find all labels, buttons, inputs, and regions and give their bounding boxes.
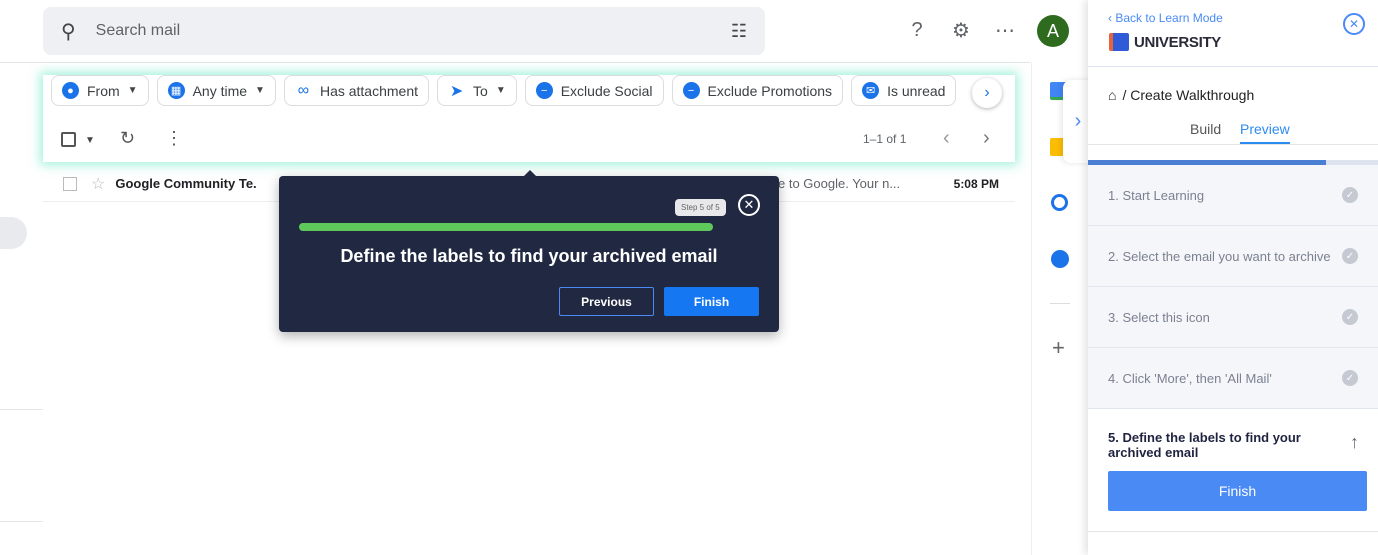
apps-grid-icon[interactable]: ⋯	[993, 18, 1017, 42]
check-icon: ✓	[1342, 187, 1358, 203]
filter-chip-label: Exclude Promotions	[707, 82, 833, 99]
divider	[0, 521, 43, 522]
back-link-label: Back to Learn Mode	[1115, 11, 1223, 25]
person-icon: ●	[62, 82, 79, 99]
search-options-icon[interactable]: ☷	[731, 21, 747, 42]
tooltip-title: Define the labels to find your archived …	[340, 246, 718, 266]
close-icon[interactable]: ✕	[738, 194, 760, 216]
avatar[interactable]: A	[1037, 15, 1069, 47]
filter-toolbar: ● From ▼ ▦ Any time ▼ ∞ Has attachment ➤ To ▼ − Excl…	[43, 75, 1015, 162]
more-icon[interactable]: ⋮	[165, 128, 183, 149]
filter-chip[interactable]: ● From ▼	[51, 75, 149, 106]
filter-chip[interactable]: ✉ Is unread	[851, 75, 957, 106]
previous-button[interactable]: Previous	[559, 287, 654, 316]
minus-circle-icon: −	[535, 82, 553, 99]
check-icon: ✓	[1342, 370, 1358, 386]
filter-chip[interactable]: ∞ Has attachment	[283, 75, 430, 106]
progress-track	[299, 223, 713, 231]
tasks-app-icon[interactable]	[1051, 194, 1068, 211]
prev-page-icon[interactable]: ‹	[943, 127, 950, 150]
check-icon: ✓	[1342, 248, 1358, 264]
step-item[interactable]: 3. Select this icon ✓	[1088, 287, 1378, 348]
email-sender: Google Community Te.	[115, 176, 257, 191]
progress-fill	[299, 223, 713, 231]
chevron-right-icon[interactable]: ›	[972, 78, 1002, 108]
divider	[1088, 531, 1378, 532]
caret-down-icon[interactable]: ▼	[85, 135, 95, 146]
divider	[1050, 303, 1070, 304]
minus-circle-icon: −	[682, 82, 700, 99]
checkbox[interactable]	[63, 176, 77, 191]
paperclip-icon: ∞	[297, 81, 310, 99]
caret-down-icon: ▼	[127, 85, 138, 96]
filter-chip-label: From	[87, 82, 120, 99]
filter-chip[interactable]: − Exclude Promotions	[671, 75, 844, 106]
close-icon[interactable]: ✕	[1343, 13, 1365, 35]
divider	[0, 62, 1030, 63]
current-step-label: 5. Define the labels to find your archiv…	[1108, 430, 1301, 460]
refresh-icon[interactable]: ↻	[120, 128, 135, 149]
caret-down-icon: ▼	[255, 85, 265, 96]
breadcrumb: ⌂ / Create Walkthrough	[1108, 87, 1254, 103]
step-label: 3. Select this icon	[1108, 309, 1210, 325]
step-item[interactable]: 4. Click 'More', then 'All Mail' ✓	[1088, 348, 1378, 409]
sidebar-item[interactable]	[0, 217, 27, 249]
logo: UNIVERSITY	[1109, 33, 1221, 51]
home-icon[interactable]: ⌂	[1108, 87, 1116, 103]
tooltip-arrow	[524, 170, 536, 176]
filter-chip[interactable]: ➤ To ▼	[437, 75, 517, 106]
finish-button[interactable]: Finish	[664, 287, 759, 316]
pagination-text: 1–1 of 1	[863, 132, 907, 146]
step-label: 1. Start Learning	[1108, 187, 1205, 203]
caret-down-icon: ▼	[495, 85, 506, 96]
email-snippet: e to Google. Your n...	[778, 176, 901, 191]
send-icon: ➤	[449, 82, 464, 100]
mail-icon: ✉	[862, 82, 880, 99]
filter-chip-label: To	[473, 82, 488, 99]
tab-build[interactable]: Build	[1190, 121, 1221, 137]
arrow-up-icon[interactable]: ↑	[1350, 432, 1359, 453]
search-input[interactable]: Search mail	[96, 22, 180, 40]
calendar-icon: ▦	[167, 82, 185, 99]
book-icon	[1109, 33, 1129, 51]
step-label: 2. Select the email you want to archive	[1108, 248, 1331, 264]
search-bar[interactable]: ⚲ Search mail ☷	[43, 7, 765, 55]
select-all-checkbox[interactable]	[61, 132, 76, 147]
star-icon[interactable]: ☆	[91, 174, 105, 194]
next-page-icon[interactable]: ›	[983, 127, 990, 150]
help-icon[interactable]: ?	[905, 18, 929, 42]
filter-chip-label: Has attachment	[319, 82, 419, 99]
divider	[0, 409, 43, 410]
step-label: 4. Click 'More', then 'All Mail'	[1108, 370, 1272, 386]
contacts-app-icon[interactable]	[1051, 250, 1069, 268]
filter-chip[interactable]: ▦ Any time ▼	[156, 75, 276, 106]
divider	[1088, 144, 1378, 145]
walkthrough-tooltip: Step 5 of 5 ✕ Define the labels to find …	[279, 170, 779, 332]
filter-chip-label: Any time	[192, 82, 248, 99]
back-link[interactable]: ‹ Back to Learn Mode	[1108, 11, 1223, 25]
email-time: 5:08 PM	[953, 176, 999, 191]
plus-icon[interactable]: +	[1052, 335, 1065, 361]
search-icon: ⚲	[61, 20, 76, 43]
tab-preview[interactable]: Preview	[1240, 121, 1290, 144]
check-icon: ✓	[1342, 309, 1358, 325]
logo-text: UNIVERSITY	[1134, 34, 1222, 51]
walkthrough-panel: ‹ Back to Learn Mode ✕ UNIVERSITY ⌂ / Cre…	[1088, 0, 1378, 555]
divider	[1088, 66, 1378, 67]
divider	[1031, 62, 1032, 555]
gear-icon[interactable]: ⚙	[949, 18, 973, 42]
breadcrumb-text: / Create Walkthrough	[1122, 87, 1255, 103]
step-badge: Step 5 of 5	[675, 199, 726, 216]
filter-chip-label: Exclude Social	[560, 82, 653, 99]
step-item[interactable]: 1. Start Learning ✓	[1088, 165, 1378, 226]
filter-chip[interactable]: − Exclude Social	[524, 75, 664, 106]
step-item[interactable]: 2. Select the email you want to archive ✓	[1088, 226, 1378, 287]
panel-finish-button[interactable]: Finish	[1108, 471, 1367, 511]
filter-chip-label: Is unread	[887, 82, 946, 99]
